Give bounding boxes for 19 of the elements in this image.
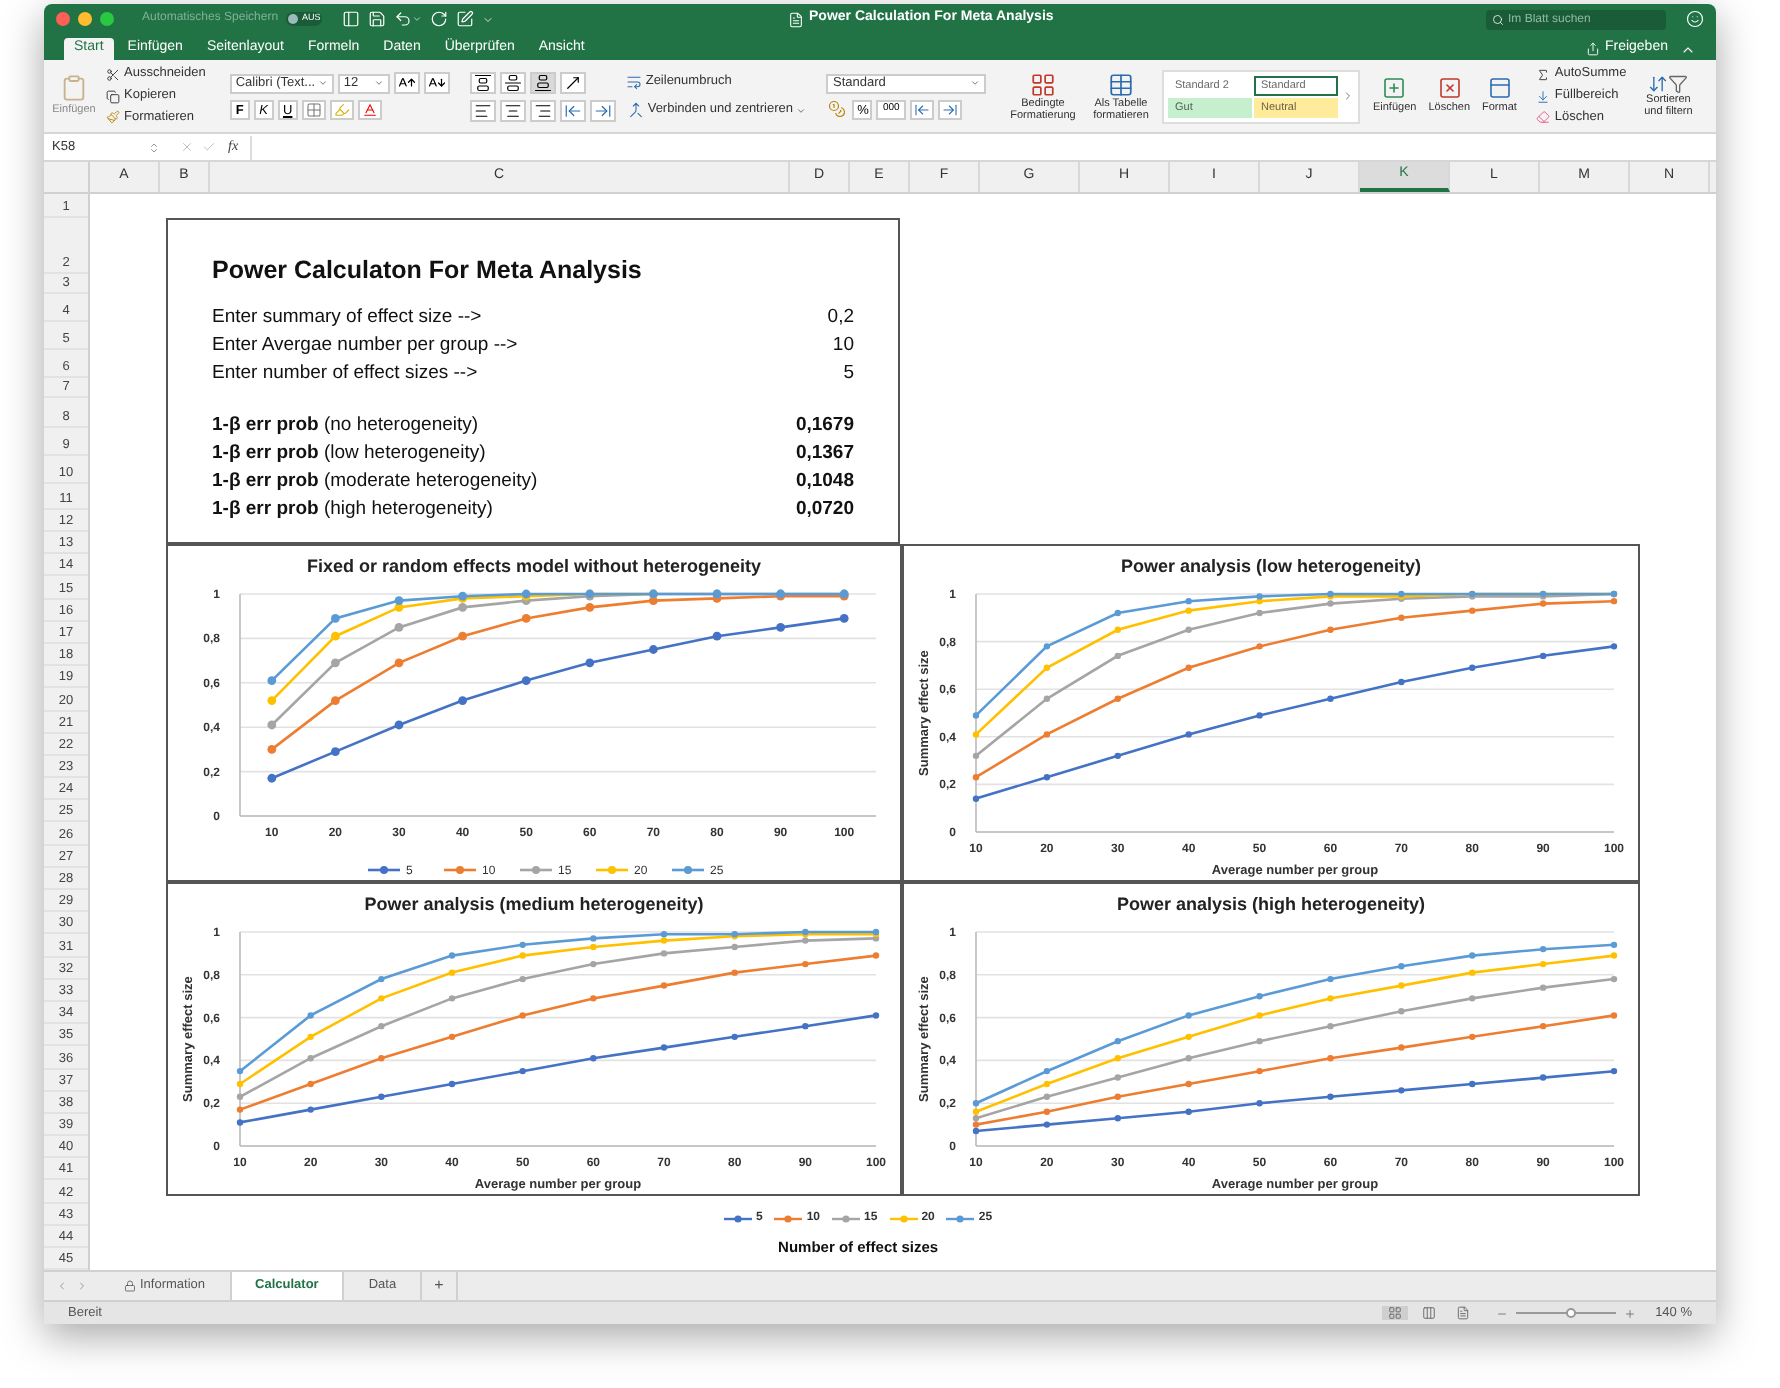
result-value: 0,1679 <box>795 412 854 440</box>
input-value[interactable]: 0,2 <box>827 304 854 332</box>
input-label: Enter summary of effect size --> <box>212 304 482 332</box>
chart-title: Power analysis (high heterogeneity) <box>1116 892 1426 918</box>
calculator-title: Power Calculaton For Meta Analysis <box>212 254 644 288</box>
result-value: 0,1367 <box>795 440 854 468</box>
result-value: 0,1048 <box>795 468 854 496</box>
chart-title: Fixed or random effects model without heterogeneity <box>306 554 762 580</box>
input-value[interactable]: 5 <box>843 360 854 388</box>
chart-title: Power analysis (medium heterogeneity) <box>364 892 704 918</box>
input-label: Enter Avergae number per group --> <box>212 332 518 360</box>
input-label: Enter number of effect sizes --> <box>212 360 478 388</box>
chart-title: Power analysis (low heterogeneity) <box>1120 554 1422 580</box>
result-label: 1-β err prob (low heterogeneity) <box>212 440 486 468</box>
result-label: 1-β err prob (high heterogeneity) <box>212 496 493 524</box>
result-value: 0,0720 <box>795 496 854 524</box>
result-label: 1-β err prob (no heterogeneity) <box>212 412 479 440</box>
result-label: 1-β err prob (moderate heterogeneity) <box>212 468 538 496</box>
input-value[interactable]: 10 <box>832 332 854 360</box>
